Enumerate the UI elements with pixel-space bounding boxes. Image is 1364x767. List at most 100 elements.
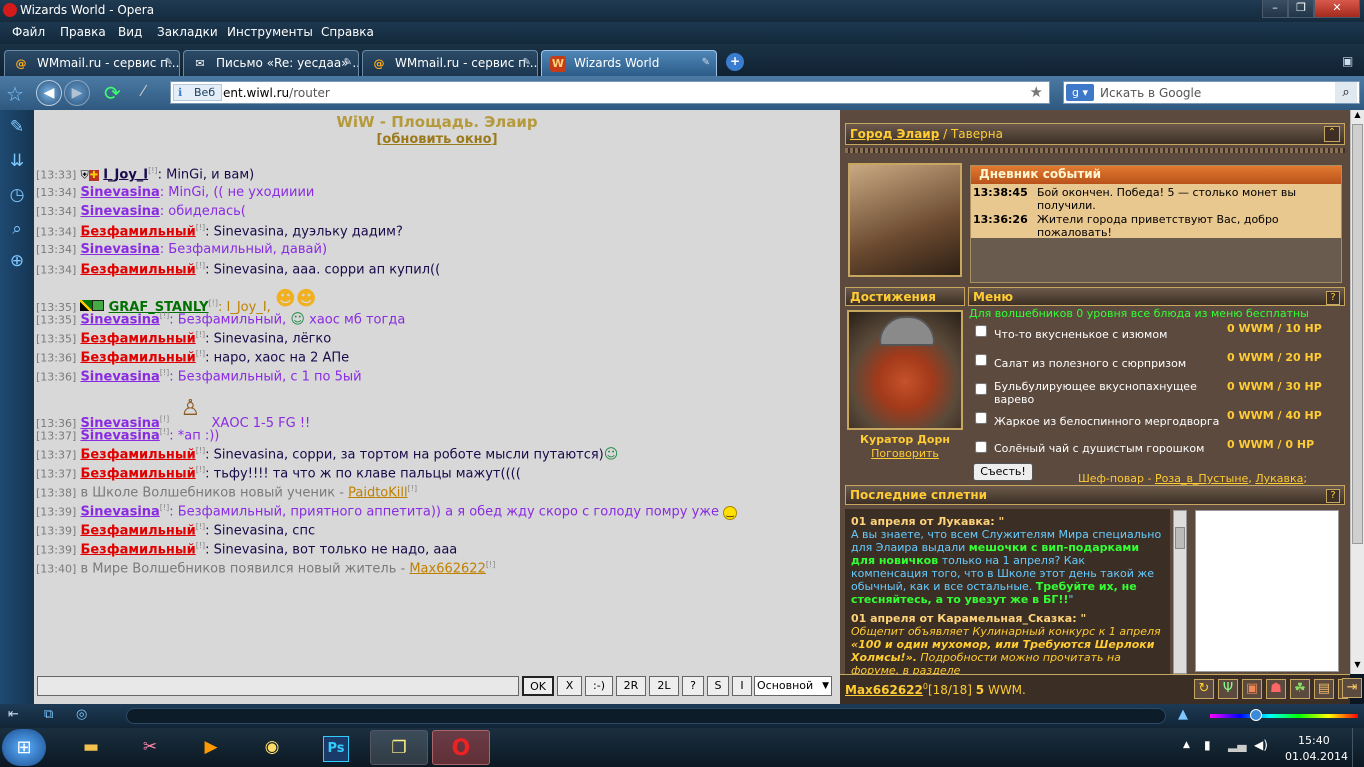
user-nick[interactable]: Безфамильный xyxy=(80,542,195,557)
files-icon[interactable]: ❐ xyxy=(370,730,428,765)
i-button[interactable]: I xyxy=(732,676,752,696)
show-desktop-button[interactable] xyxy=(1352,728,1364,767)
minimize-button[interactable]: – xyxy=(1262,0,1288,18)
map-icon[interactable]: Ψ xyxy=(1218,679,1238,699)
user-nick[interactable]: Sinevasina xyxy=(80,369,159,384)
scroll-up-icon[interactable]: ▲ xyxy=(1352,110,1363,122)
channel-select[interactable]: Основной ▼ xyxy=(754,676,832,696)
eat-button[interactable]: Съесть! xyxy=(973,463,1033,481)
private-marker[interactable]: [!] xyxy=(196,446,205,455)
chat-input[interactable] xyxy=(37,676,519,696)
tab-wizards-world[interactable]: W Wizards World ✎ xyxy=(541,50,717,76)
tray-signal-icon[interactable]: ▂▄ xyxy=(1228,738,1246,752)
player-nick[interactable]: Max662622 xyxy=(845,683,923,697)
bookmark-star-icon[interactable]: ★ xyxy=(1030,83,1043,101)
curator-portrait[interactable] xyxy=(847,310,963,430)
city-link[interactable]: Город Элаир xyxy=(850,127,939,141)
menu-view[interactable]: Вид xyxy=(118,25,142,39)
tab-list-icon[interactable]: ▣ xyxy=(1342,54,1353,68)
tab-mail[interactable]: ✉ Письмо «Re: уесдаа» ... ✎ xyxy=(183,50,359,76)
clear-button[interactable]: X xyxy=(557,676,582,696)
photoshop-icon[interactable]: Ps xyxy=(310,730,362,765)
food-checkbox[interactable] xyxy=(975,441,987,453)
private-marker[interactable]: [!] xyxy=(160,368,169,377)
user-nick[interactable]: Sinevasina xyxy=(80,428,159,443)
tray-volume-icon[interactable]: ◀) xyxy=(1254,738,1268,752)
collapse-up-icon[interactable]: ⌃ xyxy=(1324,126,1340,142)
user-nick[interactable]: Sinevasina xyxy=(80,185,159,200)
talk-link[interactable]: Поговорить xyxy=(845,447,965,460)
user-nick[interactable]: PaidtoKill xyxy=(348,485,408,500)
menu-help[interactable]: Справка xyxy=(321,25,374,39)
exit-icon[interactable]: ⇥ xyxy=(1342,678,1362,698)
user-nick[interactable]: Безфамильный xyxy=(80,331,195,346)
gossip-scrollbar[interactable] xyxy=(1173,510,1187,674)
speed-dial-icon[interactable]: ◎ xyxy=(76,707,87,722)
user-nick[interactable]: Sinevasina xyxy=(80,242,159,257)
search-icon[interactable]: ⌕ xyxy=(1335,82,1357,103)
user-nick[interactable]: Безфамильный xyxy=(80,350,195,365)
menu-edit[interactable]: Правка xyxy=(60,25,106,39)
panel-toggle-icon[interactable]: ⇤ xyxy=(8,707,19,722)
search-box[interactable]: g ▾ Искать в Google ⌕ xyxy=(1063,81,1360,104)
address-bar[interactable]: ℹ Веб ent.wiwl.ru/router ★ xyxy=(170,81,1050,104)
refresh-label[interactable]: обновить окно xyxy=(382,132,491,147)
explorer-icon[interactable]: ▬ xyxy=(64,730,118,765)
send-ok-button[interactable]: OK xyxy=(522,676,554,696)
private-marker[interactable]: [!] xyxy=(160,503,169,512)
refresh-icon[interactable]: ↻ xyxy=(1194,679,1214,699)
user-nick[interactable]: Sinevasina xyxy=(80,204,159,219)
user-nick[interactable]: I_Joy_I xyxy=(103,167,148,182)
smiles-button[interactable]: :-) xyxy=(585,676,613,696)
tray-arrow-icon[interactable]: ▲ xyxy=(1183,740,1190,750)
inventory-icon[interactable]: ▣ xyxy=(1242,679,1262,699)
private-marker[interactable]: [!] xyxy=(486,560,495,569)
food-checkbox[interactable] xyxy=(975,325,987,337)
private-marker[interactable]: [!] xyxy=(196,223,205,232)
menu-bookmarks[interactable]: Закладки xyxy=(157,25,218,39)
user-nick[interactable]: Sinevasina xyxy=(80,312,159,327)
notes-icon[interactable]: ✎ xyxy=(6,116,28,138)
scroll-2r-button[interactable]: 2R xyxy=(616,676,646,696)
private-marker[interactable]: [!] xyxy=(160,415,169,424)
book-icon[interactable]: ▤ xyxy=(1314,679,1334,699)
scroll-thumb[interactable] xyxy=(1175,527,1185,549)
scroll-2l-button[interactable]: 2L xyxy=(649,676,679,696)
private-marker[interactable]: [!] xyxy=(196,349,205,358)
wand-icon[interactable]: ⁄ xyxy=(142,82,145,100)
zoom-icon[interactable]: ▲ xyxy=(1178,707,1188,722)
downloads-icon[interactable]: ⇊ xyxy=(6,150,28,172)
s-button[interactable]: S xyxy=(707,676,729,696)
zoom-slider[interactable] xyxy=(1210,709,1358,721)
help-icon[interactable]: ? xyxy=(1326,489,1340,503)
history-icon[interactable]: ◷ xyxy=(6,184,28,206)
scroll-thumb[interactable] xyxy=(1352,124,1363,544)
private-marker[interactable]: [!] xyxy=(160,427,169,436)
new-tab-plus-icon[interactable]: + xyxy=(726,53,744,71)
tab-wmmail-1[interactable]: @ WMmail.ru - сервис п... ✎ xyxy=(4,50,180,76)
back-arrow-icon[interactable]: ◀ xyxy=(36,80,62,106)
food-checkbox[interactable] xyxy=(975,354,987,366)
user-nick[interactable]: Безфамильный xyxy=(80,466,195,481)
private-marker[interactable]: [!] xyxy=(160,311,169,320)
add-panel-icon[interactable]: ⊕ xyxy=(6,250,28,272)
private-marker[interactable]: [!] xyxy=(196,330,205,339)
tray-network-icon[interactable]: ▮ xyxy=(1204,738,1211,752)
menu-file[interactable]: Файл xyxy=(12,25,45,39)
scroll-down-icon[interactable]: ▼ xyxy=(1352,660,1363,672)
page-scrollbar[interactable]: ▲ ▼ xyxy=(1350,110,1364,674)
user-nick[interactable]: Sinevasina xyxy=(80,504,159,519)
refresh-link[interactable]: [обновить окно] xyxy=(34,132,840,147)
search-panel-icon[interactable]: ⌕ xyxy=(6,218,28,240)
shop-icon[interactable]: ☘ xyxy=(1290,679,1310,699)
forward-arrow-icon[interactable]: ▶ xyxy=(64,80,90,106)
help-icon[interactable]: ? xyxy=(1326,291,1340,305)
private-marker[interactable]: [!] xyxy=(196,541,205,550)
user-nick[interactable]: Безфамильный xyxy=(80,224,195,239)
chef-link[interactable]: Лукавка xyxy=(1255,472,1303,485)
private-marker[interactable]: [!] xyxy=(148,166,157,175)
close-button[interactable]: ✕ xyxy=(1314,0,1360,18)
character-icon[interactable]: ☗ xyxy=(1266,679,1286,699)
reload-icon[interactable]: ⟳ xyxy=(104,81,121,105)
private-marker[interactable]: [!] xyxy=(408,484,417,493)
